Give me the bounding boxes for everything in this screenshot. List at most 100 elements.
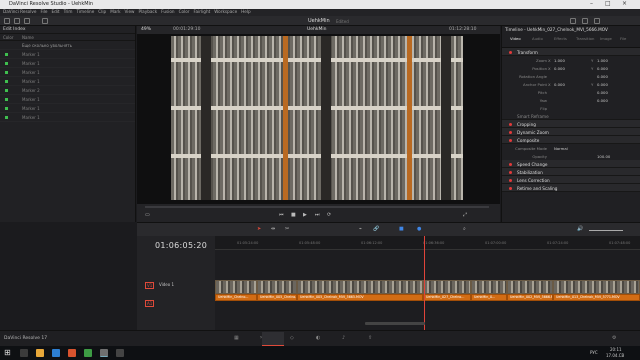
menu-item[interactable]: Mark [110,9,120,14]
list-item[interactable]: Marker 1 [0,113,135,122]
fairlight-page-icon[interactable]: ♪ [342,335,345,341]
explorer-icon[interactable] [36,349,44,357]
menu-item[interactable]: View [125,9,135,14]
video-clip[interactable] [423,280,471,294]
col-name[interactable]: Name [22,35,34,40]
section-lens-correction[interactable]: Lens Correction [502,176,640,184]
viewer-options-icon[interactable]: ▭ [145,212,150,218]
inspector-icon[interactable] [594,18,600,24]
video-clip[interactable] [553,280,640,294]
resolve-taskbar-icon[interactable] [100,349,108,357]
edit-index-icon[interactable] [24,18,30,24]
video-clip[interactable] [507,280,553,294]
list-item[interactable]: Marker 1 [0,95,135,104]
scrubber-bar[interactable] [145,206,489,208]
menu-item[interactable]: File [40,9,47,14]
snapping-icon[interactable]: ⌁ [359,226,362,232]
audio-clip[interactable]: UehkMin_Chelno... [215,294,257,301]
audio-clip[interactable]: UehkMin_027_Chelno... [423,294,471,301]
keyboard-language[interactable]: РУС [590,350,598,355]
list-item[interactable]: Еще сколько увольнять [0,41,135,50]
menu-item[interactable]: Timeline [76,9,94,14]
stop-icon[interactable]: ■ [291,212,296,218]
tab-image[interactable]: Image [600,36,612,41]
enabled-dot[interactable] [509,186,512,190]
video-clip[interactable] [257,280,297,294]
menu-item[interactable]: DaVinci Resolve [3,9,36,14]
sound-library-icon[interactable] [42,18,48,24]
app-icon[interactable] [116,349,124,357]
browser-icon[interactable] [52,349,60,357]
list-item[interactable]: Marker 1 [0,59,135,68]
zoom-timeline-icon[interactable]: ⌕ [463,226,466,232]
video-clip[interactable] [215,280,257,294]
menu-item[interactable]: Fusion [161,9,174,14]
enabled-dot[interactable] [509,162,512,166]
tab-file[interactable]: File [620,36,626,41]
viewer-timeline-name[interactable]: UehkMin [307,27,327,32]
section-transform[interactable]: Transform [502,48,640,56]
tab-effects[interactable]: Effects [554,36,567,41]
enabled-dot[interactable] [509,138,512,142]
video-clip[interactable] [471,280,507,294]
menu-item[interactable]: Workspace [214,9,237,14]
settings-icon[interactable]: ⚙ [612,335,616,341]
menu-item[interactable]: Edit [51,9,59,14]
skip-start-icon[interactable]: ⏮ [279,212,284,218]
timeline-ruler[interactable]: 01:05:24:00 01:05:48:00 01:06:12:00 01:0… [215,236,640,250]
maximize-icon[interactable]: □ [605,0,611,7]
skip-end-icon[interactable]: ⏭ [315,212,320,218]
fusion-page-icon[interactable]: ◇ [290,335,294,341]
section-smart-reframe[interactable]: Smart Reframe [502,112,640,120]
video-frame[interactable] [171,36,463,200]
app-icon[interactable] [68,349,76,357]
effects-icon[interactable] [14,18,20,24]
section-dynamic-zoom[interactable]: Dynamic Zoom [502,128,640,136]
menu-item[interactable]: Trim [64,9,73,14]
selection-tool-icon[interactable]: ➤ [257,226,261,232]
metadata-icon[interactable] [582,18,588,24]
link-icon[interactable]: 🔗 [373,226,379,232]
edit-page-tab[interactable] [262,332,284,346]
video-track-id[interactable]: V1 [145,282,155,289]
list-item[interactable]: Marker 1 [0,68,135,77]
menu-item[interactable]: Fairlight [194,9,211,14]
minimize-icon[interactable]: – [590,0,593,7]
media-pool-icon[interactable] [4,18,10,24]
trim-tool-icon[interactable]: ⇹ [271,226,275,232]
tab-transition[interactable]: Transition [576,36,594,41]
section-stabilization[interactable]: Stabilization [502,168,640,176]
video-track-name[interactable]: Video 1 [159,282,174,287]
enabled-dot[interactable] [509,130,512,134]
tab-video[interactable]: Video [510,36,521,41]
mixer-icon[interactable] [570,18,576,24]
zoom-level[interactable]: 49% [141,27,151,32]
menu-item[interactable]: Help [241,9,251,14]
windows-start-icon[interactable]: ⊞ [4,348,12,357]
playhead[interactable] [424,236,425,330]
list-item[interactable]: Marker 1 [0,50,135,59]
section-retime-scaling[interactable]: Retime and Scaling [502,184,640,192]
enabled-dot[interactable] [509,178,512,182]
list-item[interactable]: Marker 1 [0,104,135,113]
section-composite[interactable]: Composite [502,136,640,144]
play-icon[interactable]: ▶ [303,212,307,218]
enabled-dot[interactable] [509,122,512,126]
tab-audio[interactable]: Audio [532,36,543,41]
audio-track-id[interactable]: A1 [145,300,155,307]
blade-tool-icon[interactable]: ✂ [285,226,289,232]
audio-clip[interactable]: UehkMin_005_Chelno... [257,294,297,301]
volume-icon[interactable]: 🔊 [577,226,583,232]
audio-clip[interactable]: UehkMin_0... [471,294,507,301]
menu-item[interactable]: Clip [98,9,106,14]
app-icon[interactable] [84,349,92,357]
volume-slider[interactable] [589,230,623,231]
section-cropping[interactable]: Cropping [502,120,640,128]
menu-item[interactable]: Playback [138,9,157,14]
menu-item[interactable]: Color [179,9,190,14]
horizontal-scrollbar[interactable] [365,322,425,325]
list-item[interactable]: Marker 2 [0,86,135,95]
close-icon[interactable]: × [622,0,627,7]
list-item[interactable]: Marker 1 [0,77,135,86]
audio-clip[interactable]: UehkMin_005_Chelnok_MVI_5665.MOV [297,294,423,301]
